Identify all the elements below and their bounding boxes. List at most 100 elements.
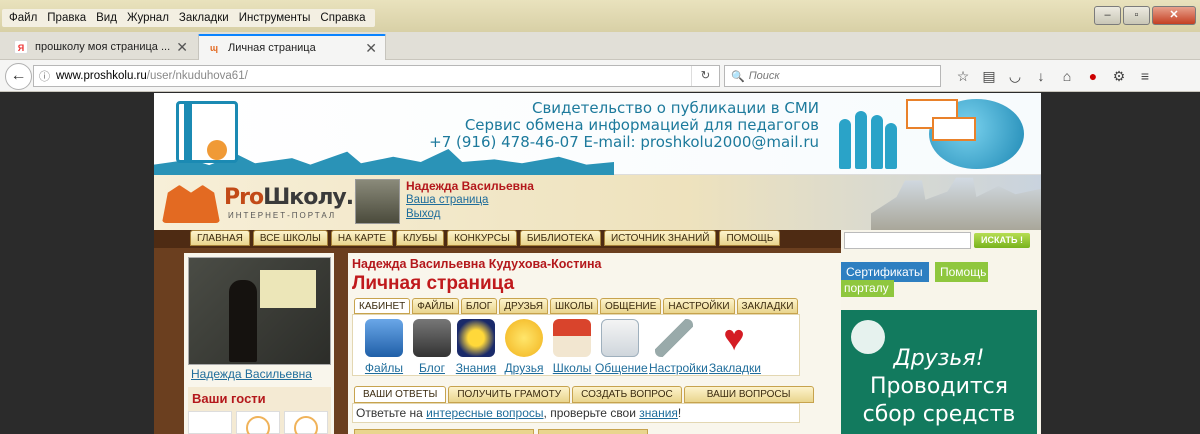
smiley-icon xyxy=(294,416,318,434)
info-icon[interactable]: ⓘ xyxy=(39,68,50,84)
tab-create-question[interactable]: СОЗДАТЬ ВОПРОС xyxy=(572,386,682,403)
nav-bar: ← ⓘ www.proshkolu.ru/user/nkuduhova61/ ↻… xyxy=(0,60,1200,92)
ad-banner[interactable]: Свидетельство о публикации в СМИ Сервис … xyxy=(154,93,1041,175)
tab-bookmarks[interactable]: ЗАКЛАДКИ xyxy=(736,298,799,314)
schools-label: Школы xyxy=(552,361,592,375)
menu-edit[interactable]: Правка xyxy=(42,12,91,24)
nav-map[interactable]: НА КАРТЕ xyxy=(330,230,394,246)
nav-help[interactable]: ПОМОЩЬ xyxy=(719,230,781,246)
home-icon[interactable]: ⌂ xyxy=(1054,66,1080,86)
tab-blog[interactable]: БЛОГ xyxy=(460,298,498,314)
portal-button[interactable]: порталу xyxy=(841,280,894,297)
tab-communication[interactable]: ОБЩЕНИЕ xyxy=(599,298,662,314)
profile-name-link[interactable]: Надежда Васильевна xyxy=(191,367,312,381)
blog-item[interactable]: Блог xyxy=(407,319,457,375)
settings-item[interactable]: Настройки xyxy=(649,319,708,375)
minimize-button[interactable]: – xyxy=(1094,6,1121,25)
banner-line3: +7 (916) 478-46-07 E-mail: proshkolu2000… xyxy=(429,133,819,151)
people-graphic xyxy=(839,107,899,169)
tab-active[interactable]: ɰ Личная страница ✕ xyxy=(198,34,386,60)
reading-list-icon[interactable]: ▤ xyxy=(976,66,1002,86)
avatar[interactable] xyxy=(355,179,400,224)
books-icon xyxy=(413,319,451,357)
guest-avatar[interactable] xyxy=(236,411,280,434)
menu-bar: Файл Правка Вид Журнал Закладки Инструме… xyxy=(0,0,1200,32)
banner-line2: Сервис обмена информацией для педагогов xyxy=(464,116,819,134)
menu-tools[interactable]: Инструменты xyxy=(234,12,316,24)
user-info: Надежда Васильевна Ваша страница Выход xyxy=(406,179,534,221)
nav-library[interactable]: БИБЛИОТЕКА xyxy=(519,230,601,246)
tab-your-questions[interactable]: ВАШИ ВОПРОСЫ xyxy=(683,386,814,403)
tab-inactive[interactable]: Я прошколу моя страница ... ✕ xyxy=(6,34,196,60)
knowledge-item[interactable]: Знания xyxy=(451,319,501,375)
url-path: /user/nkuduhova61/ xyxy=(146,70,248,82)
menu-list: Файл Правка Вид Журнал Закладки Инструме… xyxy=(2,9,375,27)
guest-avatar[interactable] xyxy=(188,411,232,434)
tab-schools[interactable]: ШКОЛЫ xyxy=(549,298,598,314)
site-search-button[interactable]: ИСКАТЬ ! xyxy=(974,233,1030,248)
certificate-icon xyxy=(176,101,238,163)
smiley-icon xyxy=(246,416,270,434)
interesting-questions-link[interactable]: интересные вопросы xyxy=(426,406,543,420)
adblock-icon[interactable]: ● xyxy=(1080,66,1106,86)
menu-help[interactable]: Справка xyxy=(315,12,370,24)
logout-link[interactable]: Выход xyxy=(406,207,534,221)
banner-line1: Свидетельство о публикации в СМИ xyxy=(531,99,819,117)
tab-get-certificate[interactable]: ПОЛУЧИТЬ ГРАМОТУ xyxy=(448,386,571,403)
site-logo[interactable]: ProШколу.ru ИНТЕРНЕТ-ПОРТАЛ xyxy=(158,179,379,227)
nav-home[interactable]: ГЛАВНАЯ xyxy=(190,230,250,246)
envelope-icon xyxy=(601,319,639,357)
nav-all-schools[interactable]: ВСЕ ШКОЛЫ xyxy=(252,230,328,246)
knowledge-link[interactable]: знания xyxy=(639,406,678,420)
close-window-button[interactable]: ✕ xyxy=(1152,6,1196,25)
tab-close-icon[interactable]: ✕ xyxy=(176,39,188,56)
maximize-button[interactable]: ▫ xyxy=(1123,6,1150,25)
hamburger-menu-icon[interactable]: ≡ xyxy=(1132,66,1158,86)
nav-contests[interactable]: КОНКУРСЫ xyxy=(447,230,517,246)
back-button[interactable]: ← xyxy=(5,63,32,90)
tab-friends[interactable]: ДРУЗЬЯ xyxy=(499,298,548,314)
scrollbar[interactable] xyxy=(1186,93,1200,434)
certificates-button[interactable]: Сертификаты xyxy=(841,262,929,282)
profile-photo[interactable] xyxy=(188,257,331,365)
tab-title: прошколу моя страница ... xyxy=(35,41,171,53)
nav-knowledge[interactable]: ИСТОЧНИК ЗНАНИЙ xyxy=(603,230,717,246)
nav-clubs[interactable]: КЛУБЫ xyxy=(396,230,445,246)
tab-your-answers[interactable]: ВАШИ ОТВЕТЫ xyxy=(354,386,447,403)
tab-close-icon[interactable]: ✕ xyxy=(365,40,377,57)
charity-banner[interactable]: Друзья! Проводится сбор средств xyxy=(841,310,1037,434)
menu-view[interactable]: Вид xyxy=(91,12,122,24)
extension-icon[interactable]: ⚙ xyxy=(1106,66,1132,86)
tab-settings[interactable]: НАСТРОЙКИ xyxy=(663,298,735,314)
right-sidebar: ИСКАТЬ ! Сертификаты Помощь порталу Друз… xyxy=(841,230,1041,434)
guest-avatar[interactable] xyxy=(284,411,328,434)
your-page-link[interactable]: Ваша страница xyxy=(406,193,534,207)
files-item[interactable]: Файлы xyxy=(359,319,409,375)
menu-bookmarks[interactable]: Закладки xyxy=(174,12,234,24)
tab-files[interactable]: ФАЙЛЫ xyxy=(412,298,459,314)
bookmarks-item[interactable]: ♥ Закладки xyxy=(709,319,761,376)
menu-history[interactable]: Журнал xyxy=(122,12,174,24)
qline-text1: Ответьте на xyxy=(356,406,427,420)
tab-cabinet[interactable]: КАБИНЕТ xyxy=(354,298,411,314)
menu-file[interactable]: Файл xyxy=(4,12,42,24)
url-bar[interactable]: ⓘ www.proshkolu.ru/user/nkuduhova61/ ↻ xyxy=(33,65,720,87)
download-icon[interactable]: ↓ xyxy=(1028,66,1054,86)
profile-tabs: КАБИНЕТ ФАЙЛЫ БЛОГ ДРУЗЬЯ ШКОЛЫ ОБЩЕНИЕ … xyxy=(354,298,800,314)
site-search-input[interactable] xyxy=(844,232,971,249)
logo-pro: Pro xyxy=(224,185,264,210)
search-input[interactable]: 🔍 Поиск xyxy=(724,65,941,87)
window-controls: – ▫ ✕ xyxy=(1094,6,1196,25)
help-button[interactable]: Помощь xyxy=(935,262,988,282)
main-nav: ГЛАВНАЯ ВСЕ ШКОЛЫ НА КАРТЕ КЛУБЫ КОНКУРС… xyxy=(154,230,841,248)
reload-icon[interactable]: ↻ xyxy=(691,66,719,86)
proshkolu-icon: ɰ xyxy=(209,43,218,53)
star-icon[interactable]: ☆ xyxy=(950,66,976,86)
schools-item[interactable]: Школы xyxy=(547,319,597,375)
communication-item[interactable]: Общение xyxy=(595,319,648,375)
pocket-icon[interactable]: ◡ xyxy=(1002,66,1028,86)
friends-item[interactable]: Друзья xyxy=(499,319,549,375)
guests-block: Ваши гости xyxy=(188,387,331,434)
yandex-icon: Я xyxy=(14,40,28,54)
friends-label: Друзья xyxy=(504,361,544,375)
